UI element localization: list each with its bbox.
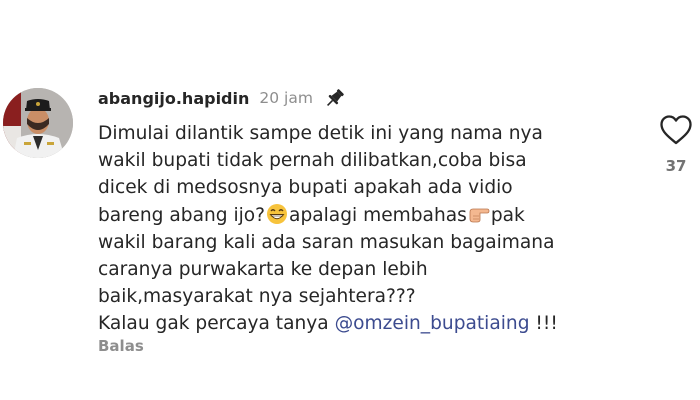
comment-item: abangijo.hapidin 20 jam Dimulai dilantik… [0,0,700,400]
comment-text-segment: bareng abang ijo? [98,204,266,226]
reply-button[interactable]: Balas [98,337,144,355]
grinning-face-emoji [266,203,288,225]
pointing-right-emoji [468,203,490,225]
timestamp: 20 jam [259,89,313,107]
comment-line: baik,masyarakat nya sejahtera??? [98,286,416,308]
comment-text-segment: !!! [529,313,558,335]
heart-icon[interactable] [659,114,693,146]
comment-line: wakil barang kali ada saran masukan baga… [98,231,555,253]
pin-icon [323,86,347,110]
comment-line: caranya purwakarta ke depan lebih [98,259,428,281]
comment-line: dicek di medsosnya bupati apakah ada vid… [98,177,513,199]
like-count: 37 [665,157,687,175]
comment-text-segment: Kalau gak percaya tanya [98,313,335,335]
comment-text-segment: pak [490,204,525,226]
comment-text-segment: apalagi membahas [289,204,467,226]
comment-text: Dimulai dilantik sampe detik ini yang na… [98,120,638,338]
avatar[interactable] [3,88,73,158]
comment-line: Kalau gak percaya tanya @omzein_bupatiai… [98,310,638,337]
username[interactable]: abangijo.hapidin [98,89,249,108]
comment-line: Dimulai dilantik sampe detik ini yang na… [98,123,543,144]
comment-line: wakil bupati tidak pernah dilibatkan,cob… [98,150,527,172]
comment-header: abangijo.hapidin 20 jam [98,84,347,112]
comment-line: bareng abang ijo? apalagi membahas pak [98,202,638,229]
mention-link[interactable]: @omzein_bupatiaing [335,313,530,334]
like-area: 37 [658,114,694,175]
